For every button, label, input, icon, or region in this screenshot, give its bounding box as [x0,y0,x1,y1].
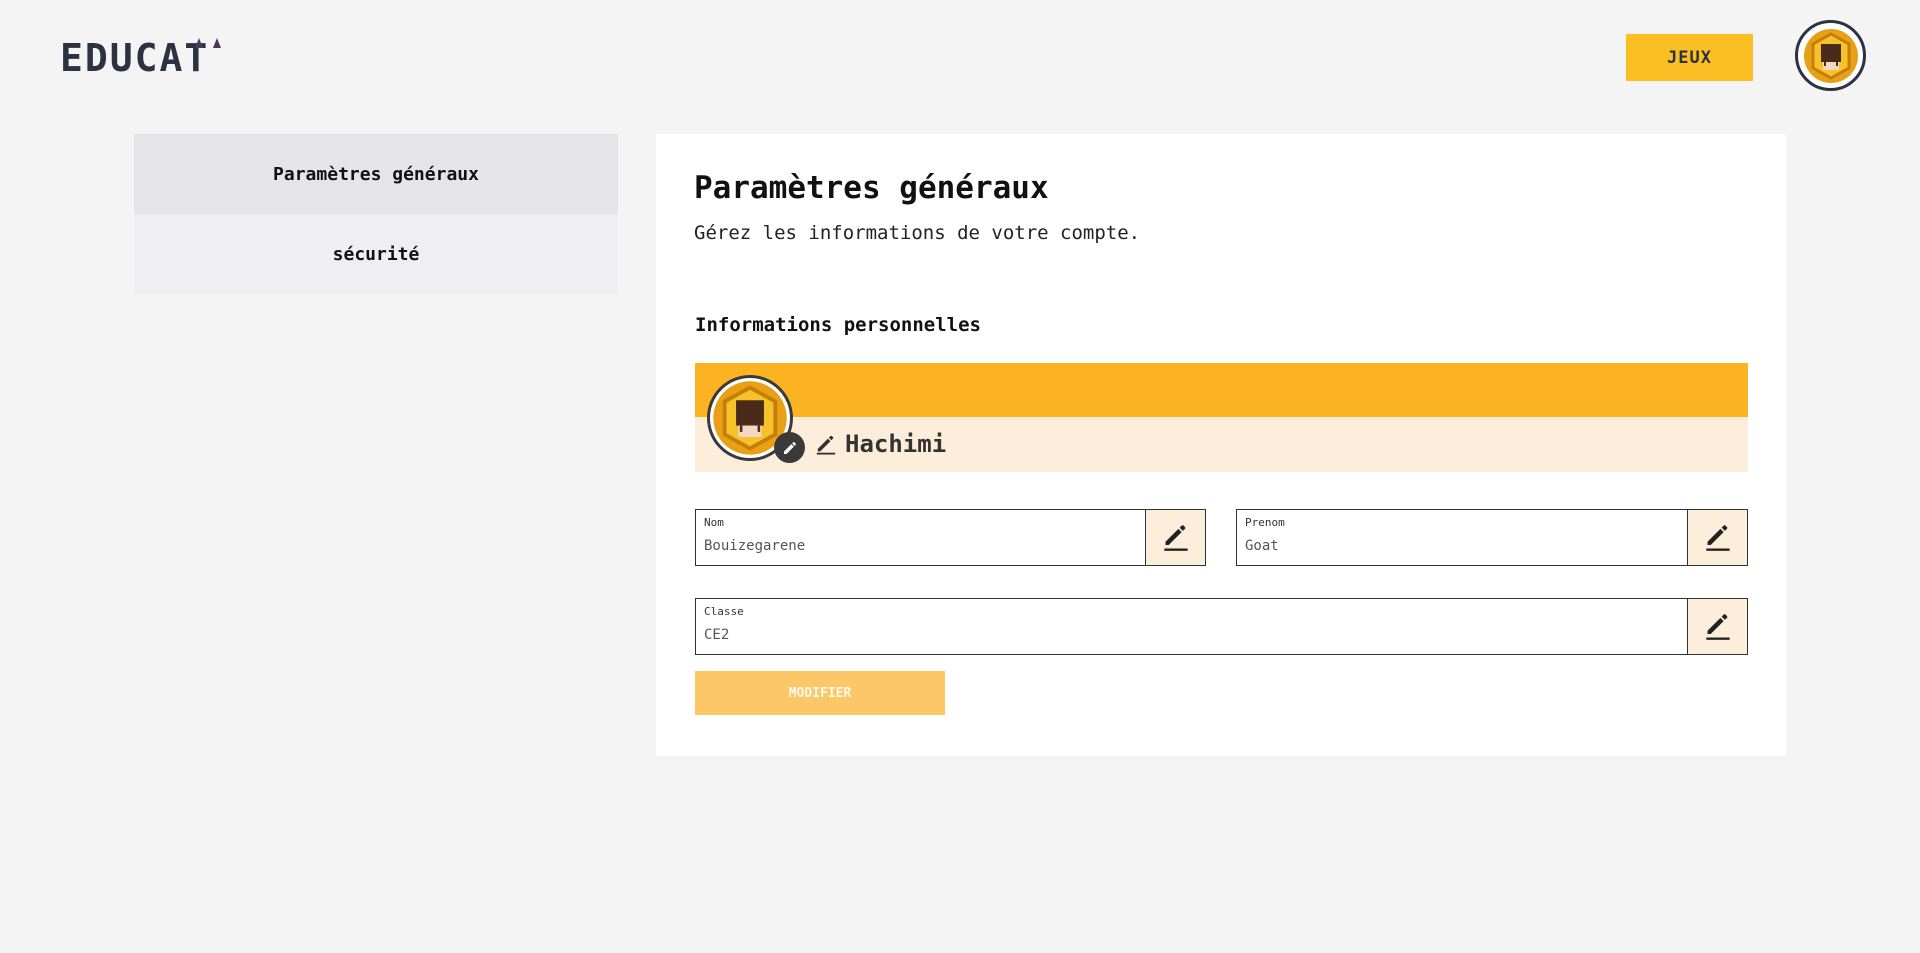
modify-button[interactable]: MODIFIER [695,671,945,715]
logo-text: EDUCAT [60,36,210,80]
top-header: EDUCAT JEUX [0,0,1920,115]
pencil-icon [1705,613,1730,640]
prenom-input[interactable] [1245,534,1679,558]
username: Hachimi [845,430,947,458]
pencil-icon [783,441,796,454]
settings-sidebar: Paramètres généraux sécurité [134,134,618,294]
settings-panel: Paramètres généraux Gérez les informatio… [656,134,1786,756]
cat-ears-icon [195,38,221,48]
nom-edit-button[interactable] [1145,510,1205,565]
prenom-label: Prenom [1245,516,1285,529]
profile-banner [695,363,1748,417]
avatar-edit-button[interactable] [774,432,805,463]
page-subtitle: Gérez les informations de votre compte. [694,222,1141,244]
nom-field: Nom [695,509,1206,566]
header-avatar[interactable] [1795,20,1866,91]
section-title: Informations personnelles [695,314,981,336]
educat-logo[interactable]: EDUCAT [60,36,221,80]
user-avatar-icon [1803,28,1858,83]
sidebar-item-general-settings[interactable]: Paramètres généraux [134,134,618,214]
profile-avatar[interactable] [707,375,805,463]
page-title: Paramètres généraux [694,170,1049,206]
classe-edit-button[interactable] [1687,599,1747,654]
classe-field: Classe [695,598,1748,655]
prenom-field-body: Prenom [1237,510,1687,565]
profile-card: Hachimi [695,363,1748,472]
username-edit[interactable]: Hachimi [815,430,946,458]
pencil-icon [816,435,836,455]
prenom-field: Prenom [1236,509,1748,566]
classe-input[interactable] [704,623,1679,647]
pencil-icon [1163,524,1188,551]
nom-field-body: Nom [696,510,1145,565]
prenom-edit-button[interactable] [1687,510,1747,565]
classe-field-body: Classe [696,599,1687,654]
pencil-icon [1705,524,1730,551]
classe-label: Classe [704,605,744,618]
sidebar-item-security[interactable]: sécurité [134,214,618,294]
nom-label: Nom [704,516,724,529]
games-button[interactable]: JEUX [1626,34,1753,81]
nom-input[interactable] [704,534,1137,558]
